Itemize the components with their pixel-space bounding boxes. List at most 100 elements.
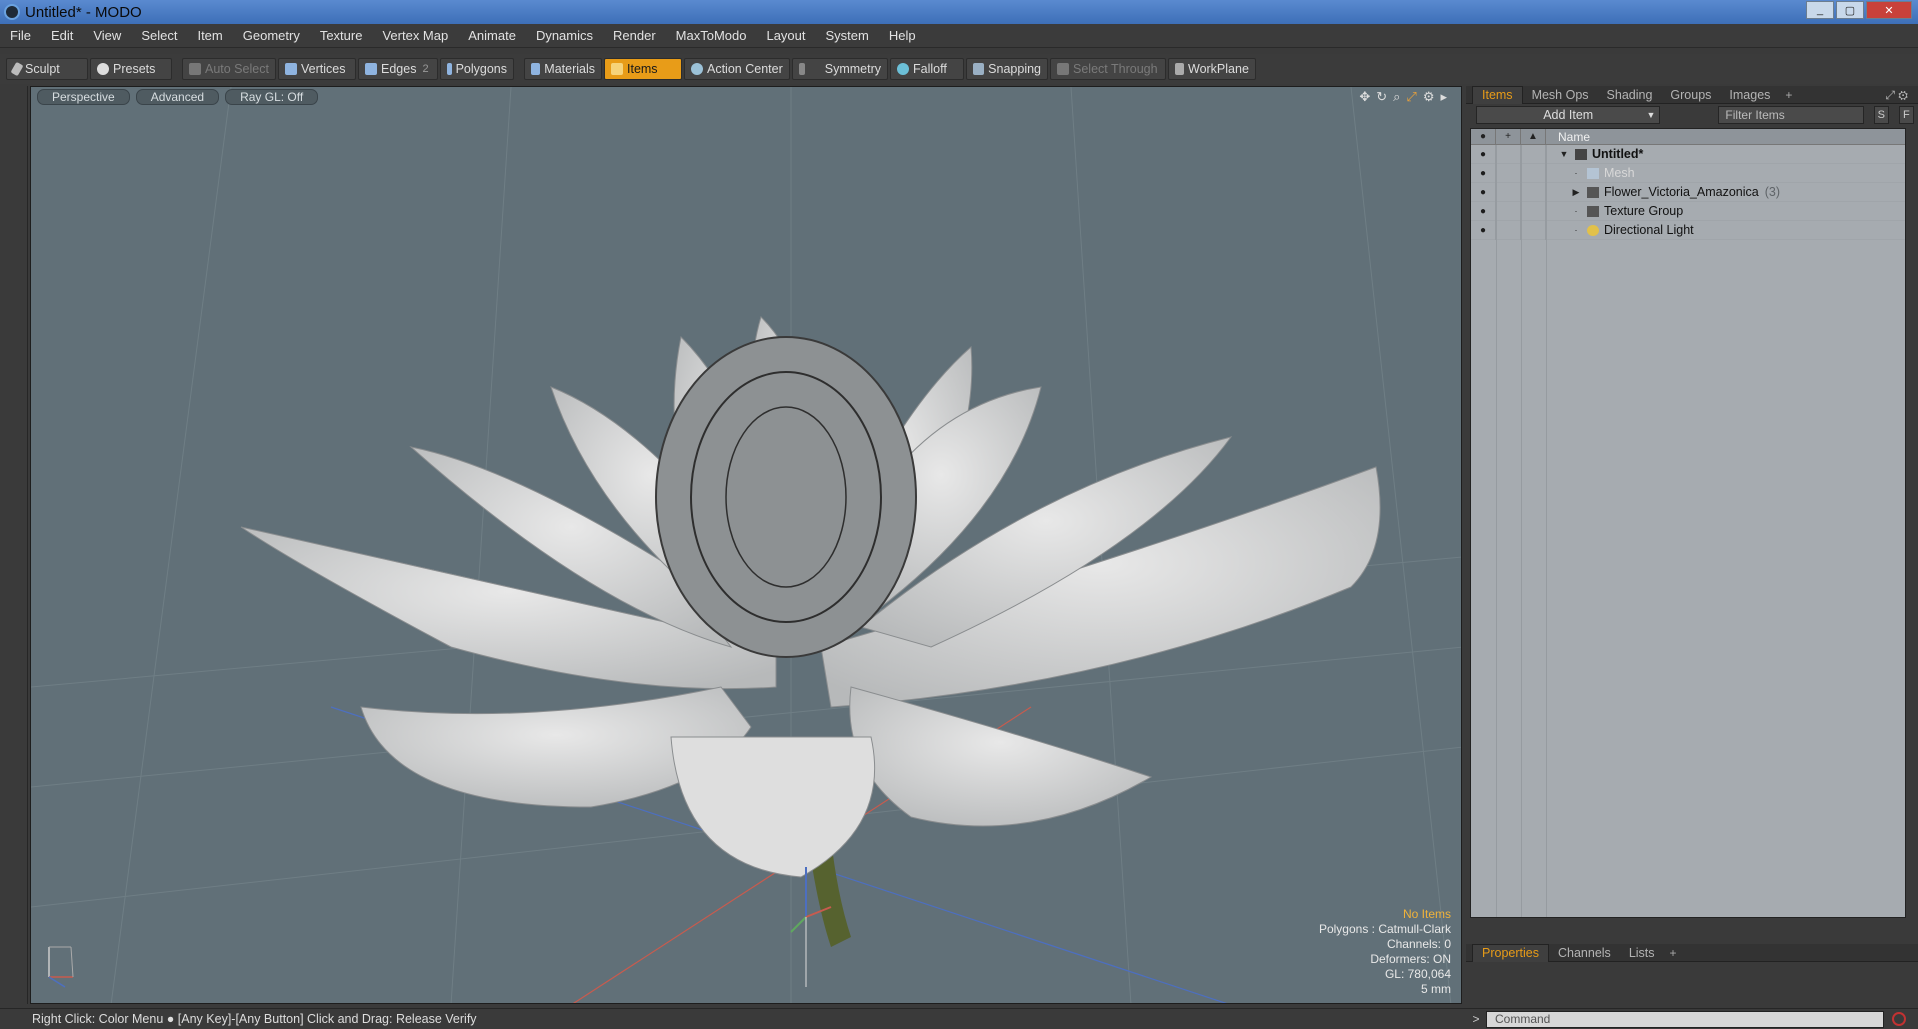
workplane-button[interactable]: WorkPlane — [1168, 58, 1256, 80]
menu-file[interactable]: File — [0, 28, 41, 43]
falloff-button[interactable]: Falloff — [890, 58, 964, 80]
expand-arrow-icon[interactable]: ▶ — [1570, 187, 1582, 198]
symmetry-label: Symmetry — [824, 62, 881, 76]
raygl-tab[interactable]: Ray GL: Off — [225, 89, 319, 105]
viewport-scene — [31, 87, 1461, 1003]
maximize-viewport-icon[interactable]: ⤢ — [1406, 89, 1416, 105]
menu-dynamics[interactable]: Dynamics — [526, 28, 603, 43]
advanced-tab[interactable]: Advanced — [135, 89, 220, 105]
select-through-button[interactable]: Select Through — [1050, 58, 1166, 80]
menu-vertex-map[interactable]: Vertex Map — [372, 28, 458, 43]
crosshair-icon — [691, 63, 703, 75]
command-input[interactable]: Command — [1486, 1010, 1884, 1028]
s-button[interactable]: S — [1873, 106, 1889, 124]
maximize-button[interactable]: ▢ — [1836, 1, 1864, 19]
menu-render[interactable]: Render — [603, 28, 666, 43]
menu-texture[interactable]: Texture — [310, 28, 373, 43]
menu-select[interactable]: Select — [131, 28, 187, 43]
vertices-button[interactable]: Vertices — [278, 58, 356, 80]
left-tool-strip[interactable] — [0, 86, 28, 1004]
menu-geometry[interactable]: Geometry — [233, 28, 310, 43]
action-center-button[interactable]: Action Center — [684, 58, 790, 80]
list-item[interactable]: ● ▼ Untitled* — [1471, 144, 1905, 164]
tab-images[interactable]: Images — [1720, 86, 1779, 104]
visibility-eye-icon[interactable]: ● — [1471, 128, 1496, 145]
add-tab-icon[interactable]: + — [1664, 946, 1683, 960]
panel-options-icons[interactable]: ⤢ ⚙ — [1885, 88, 1908, 103]
menu-view[interactable]: View — [83, 28, 131, 43]
tab-mesh-ops[interactable]: Mesh Ops — [1523, 86, 1598, 104]
tab-lists[interactable]: Lists — [1620, 944, 1664, 962]
menu-edit[interactable]: Edit — [41, 28, 83, 43]
minimize-button[interactable]: _ — [1806, 1, 1834, 19]
menu-item[interactable]: Item — [187, 28, 232, 43]
tab-shading[interactable]: Shading — [1598, 86, 1662, 104]
status-hint: Right Click: Color Menu ● [Any Key]-[Any… — [32, 1012, 477, 1026]
add-item-label: Add Item — [1543, 108, 1594, 122]
eye-icon[interactable]: ● — [1471, 163, 1496, 183]
workplane-icon — [1175, 63, 1184, 75]
items-toolbar: Add Item ▼ Filter Items S F — [1466, 104, 1918, 126]
menu-help[interactable]: Help — [879, 28, 926, 43]
gear-icon[interactable]: ⚙ — [1423, 89, 1435, 105]
tab-groups[interactable]: Groups — [1661, 86, 1720, 104]
sculpt-button[interactable]: Sculpt — [6, 58, 88, 80]
f-button[interactable]: F — [1898, 106, 1914, 124]
menu-animate[interactable]: Animate — [458, 28, 526, 43]
menu-bar: File Edit View Select Item Geometry Text… — [0, 24, 1918, 48]
perspective-tab[interactable]: Perspective — [37, 89, 130, 105]
window-controls: _ ▢ ✕ — [1806, 1, 1912, 19]
render-column-icon[interactable]: ▲ — [1521, 128, 1546, 145]
eye-icon[interactable]: ● — [1471, 201, 1496, 221]
chevron-down-icon: ▼ — [1646, 110, 1656, 120]
viewport-tabs: Perspective Advanced Ray GL: Off — [37, 89, 319, 105]
add-item-button[interactable]: Add Item ▼ — [1476, 106, 1661, 124]
eye-icon[interactable]: ● — [1471, 182, 1496, 202]
edges-button[interactable]: Edges 2 — [358, 58, 438, 80]
eye-icon[interactable]: ● — [1471, 144, 1496, 164]
eye-icon[interactable]: ● — [1471, 220, 1496, 240]
select-through-label: Select Through — [1073, 62, 1158, 76]
filter-items-input[interactable]: Filter Items — [1718, 106, 1864, 124]
auto-select-button[interactable]: Auto Select — [182, 58, 276, 80]
lock-column-icon[interactable]: + — [1496, 128, 1521, 145]
presets-button[interactable]: Presets — [90, 58, 172, 80]
close-button[interactable]: ✕ — [1866, 1, 1912, 19]
select-through-icon — [1057, 63, 1069, 75]
tab-properties[interactable]: Properties — [1472, 943, 1549, 962]
items-label: Items — [627, 62, 658, 76]
item-label: Flower_Victoria_Amazonica — [1604, 185, 1759, 199]
list-item[interactable]: ● · Texture Group — [1471, 201, 1905, 221]
edges-count: 2 — [422, 63, 429, 75]
materials-icon — [531, 63, 541, 75]
materials-button[interactable]: Materials — [524, 58, 602, 80]
symmetry-button[interactable]: Symmetry — [792, 58, 888, 80]
list-item[interactable]: ● · Mesh — [1471, 163, 1905, 183]
tab-channels[interactable]: Channels — [1549, 944, 1620, 962]
list-item[interactable]: ● · Directional Light — [1471, 220, 1905, 240]
list-item[interactable]: ● ▶ Flower_Victoria_Amazonica (3) — [1471, 182, 1905, 202]
axis-orientation-icon — [48, 946, 74, 988]
zoom-icon[interactable]: ⌕ — [1393, 89, 1400, 105]
add-tab-icon[interactable]: + — [1779, 88, 1798, 102]
record-icon[interactable] — [1892, 1012, 1906, 1026]
menu-system[interactable]: System — [816, 28, 879, 43]
rotate-icon[interactable]: ↻ — [1376, 89, 1387, 105]
sculpt-label: Sculpt — [25, 62, 60, 76]
snapping-button[interactable]: Snapping — [966, 58, 1048, 80]
menu-maxtomodo[interactable]: MaxToModo — [666, 28, 757, 43]
falloff-label: Falloff — [913, 62, 947, 76]
3d-viewport[interactable]: Perspective Advanced Ray GL: Off ✥ ↻ ⌕ ⤢… — [30, 86, 1462, 1004]
expand-icon[interactable]: ▸ — [1440, 89, 1447, 105]
item-list[interactable]: ● + ▲ Name ● ▼ Untitled* ● · Mesh ● ▶ Fl… — [1470, 128, 1906, 918]
pan-icon[interactable]: ✥ — [1359, 89, 1370, 105]
command-bar: > Command — [1466, 1009, 1918, 1029]
title-bar: Untitled* - MODO _ ▢ ✕ — [0, 0, 1918, 24]
tab-items[interactable]: Items — [1472, 85, 1523, 104]
items-button[interactable]: Items — [604, 58, 682, 80]
name-column-header[interactable]: Name — [1546, 130, 1590, 144]
collapse-arrow-icon[interactable]: ▼ — [1558, 149, 1570, 159]
menu-layout[interactable]: Layout — [756, 28, 815, 43]
item-list-header: ● + ▲ Name — [1471, 128, 1905, 145]
polygons-button[interactable]: Polygons — [440, 58, 514, 80]
